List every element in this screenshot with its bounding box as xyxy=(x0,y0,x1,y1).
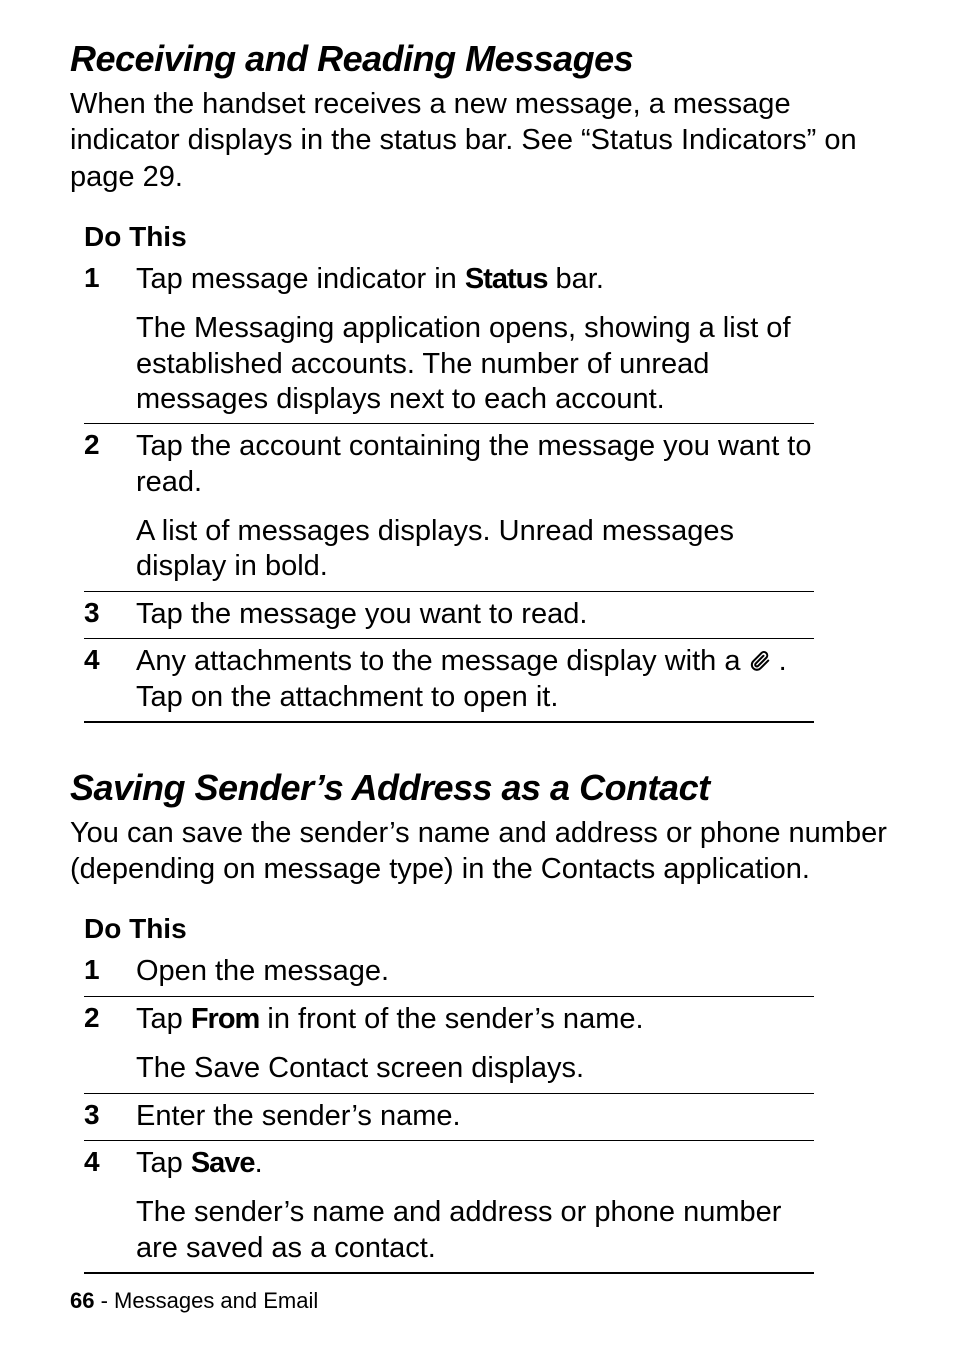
section-saving: Saving Sender’s Address as a Contact You… xyxy=(70,767,894,1274)
step-text-primary: Enter the sender’s name. xyxy=(136,1099,814,1134)
step-text: Any attachments to the message display w… xyxy=(136,644,814,715)
step-row: 1 Tap message indicator in Status bar. T… xyxy=(84,257,814,424)
step-text-primary: Tap the account containing the message y… xyxy=(136,429,814,500)
step-text-post: in front of the sender’s name. xyxy=(259,1003,643,1035)
step-text-pre: Tap xyxy=(136,1147,191,1179)
paperclip-icon xyxy=(749,646,771,678)
step-result: A list of messages displays. Unread mess… xyxy=(136,514,814,585)
step-text: Enter the sender’s name. xyxy=(136,1099,814,1134)
step-text-pre: Any attachments to the message display w… xyxy=(136,645,749,677)
step-number: 3 xyxy=(84,597,136,629)
step-number: 2 xyxy=(84,1002,136,1034)
page-footer: 66 - Messages and Email xyxy=(70,1288,318,1314)
do-this-heading: Do This xyxy=(84,221,894,253)
step-number: 1 xyxy=(84,262,136,294)
step-row: 2 Tap From in front of the sender’s name… xyxy=(84,996,814,1093)
step-row: 4 Tap Save. The sender’s name and addres… xyxy=(84,1140,814,1272)
ui-label-save: Save xyxy=(191,1147,255,1179)
step-text-post: . xyxy=(255,1147,263,1179)
step-row: 3 Tap the message you want to read. xyxy=(84,591,814,638)
step-row: 1 Open the message. xyxy=(84,949,814,995)
step-result: The Save Contact screen displays. xyxy=(136,1051,814,1086)
step-text: Tap message indicator in Status bar. The… xyxy=(136,262,814,418)
steps-end-rule xyxy=(84,1272,814,1274)
step-text: Tap From in front of the sender’s name. … xyxy=(136,1002,814,1087)
step-text: Open the message. xyxy=(136,954,814,989)
step-text-post: bar. xyxy=(547,263,603,295)
page-number: 66 xyxy=(70,1288,94,1313)
steps-list: 1 Tap message indicator in Status bar. T… xyxy=(84,257,814,721)
step-text-primary: Open the message. xyxy=(136,954,814,989)
step-text: Tap the account containing the message y… xyxy=(136,429,814,585)
section-receiving: Receiving and Reading Messages When the … xyxy=(70,38,894,723)
step-row: 3 Enter the sender’s name. xyxy=(84,1093,814,1140)
step-number: 4 xyxy=(84,1146,136,1178)
step-text-pre: Tap message indicator in xyxy=(136,263,465,295)
step-number: 4 xyxy=(84,644,136,676)
step-text-pre: Tap xyxy=(136,1003,191,1035)
section-body: You can save the sender’s name and addre… xyxy=(70,815,894,888)
section-body: When the handset receives a new message,… xyxy=(70,86,894,195)
steps-end-rule xyxy=(84,721,814,723)
do-this-heading: Do This xyxy=(84,913,894,945)
step-result: The Messaging application opens, showing… xyxy=(136,311,814,417)
ui-label-status: Status xyxy=(465,263,548,295)
step-number: 2 xyxy=(84,429,136,461)
step-result: The sender’s name and address or phone n… xyxy=(136,1195,814,1266)
ui-label-from: From xyxy=(191,1003,260,1035)
chapter-name: Messages and Email xyxy=(114,1288,318,1313)
section-title: Saving Sender’s Address as a Contact xyxy=(70,767,894,809)
step-row: 2 Tap the account containing the message… xyxy=(84,423,814,591)
step-number: 1 xyxy=(84,954,136,986)
step-number: 3 xyxy=(84,1099,136,1131)
step-row: 4 Any attachments to the message display… xyxy=(84,638,814,721)
step-text-primary: Tap the message you want to read. xyxy=(136,597,814,632)
section-title: Receiving and Reading Messages xyxy=(70,38,894,80)
footer-sep: - xyxy=(94,1288,114,1313)
steps-list: 1 Open the message. 2 Tap From in front … xyxy=(84,949,814,1272)
step-text: Tap the message you want to read. xyxy=(136,597,814,632)
step-text: Tap Save. The sender’s name and address … xyxy=(136,1146,814,1266)
